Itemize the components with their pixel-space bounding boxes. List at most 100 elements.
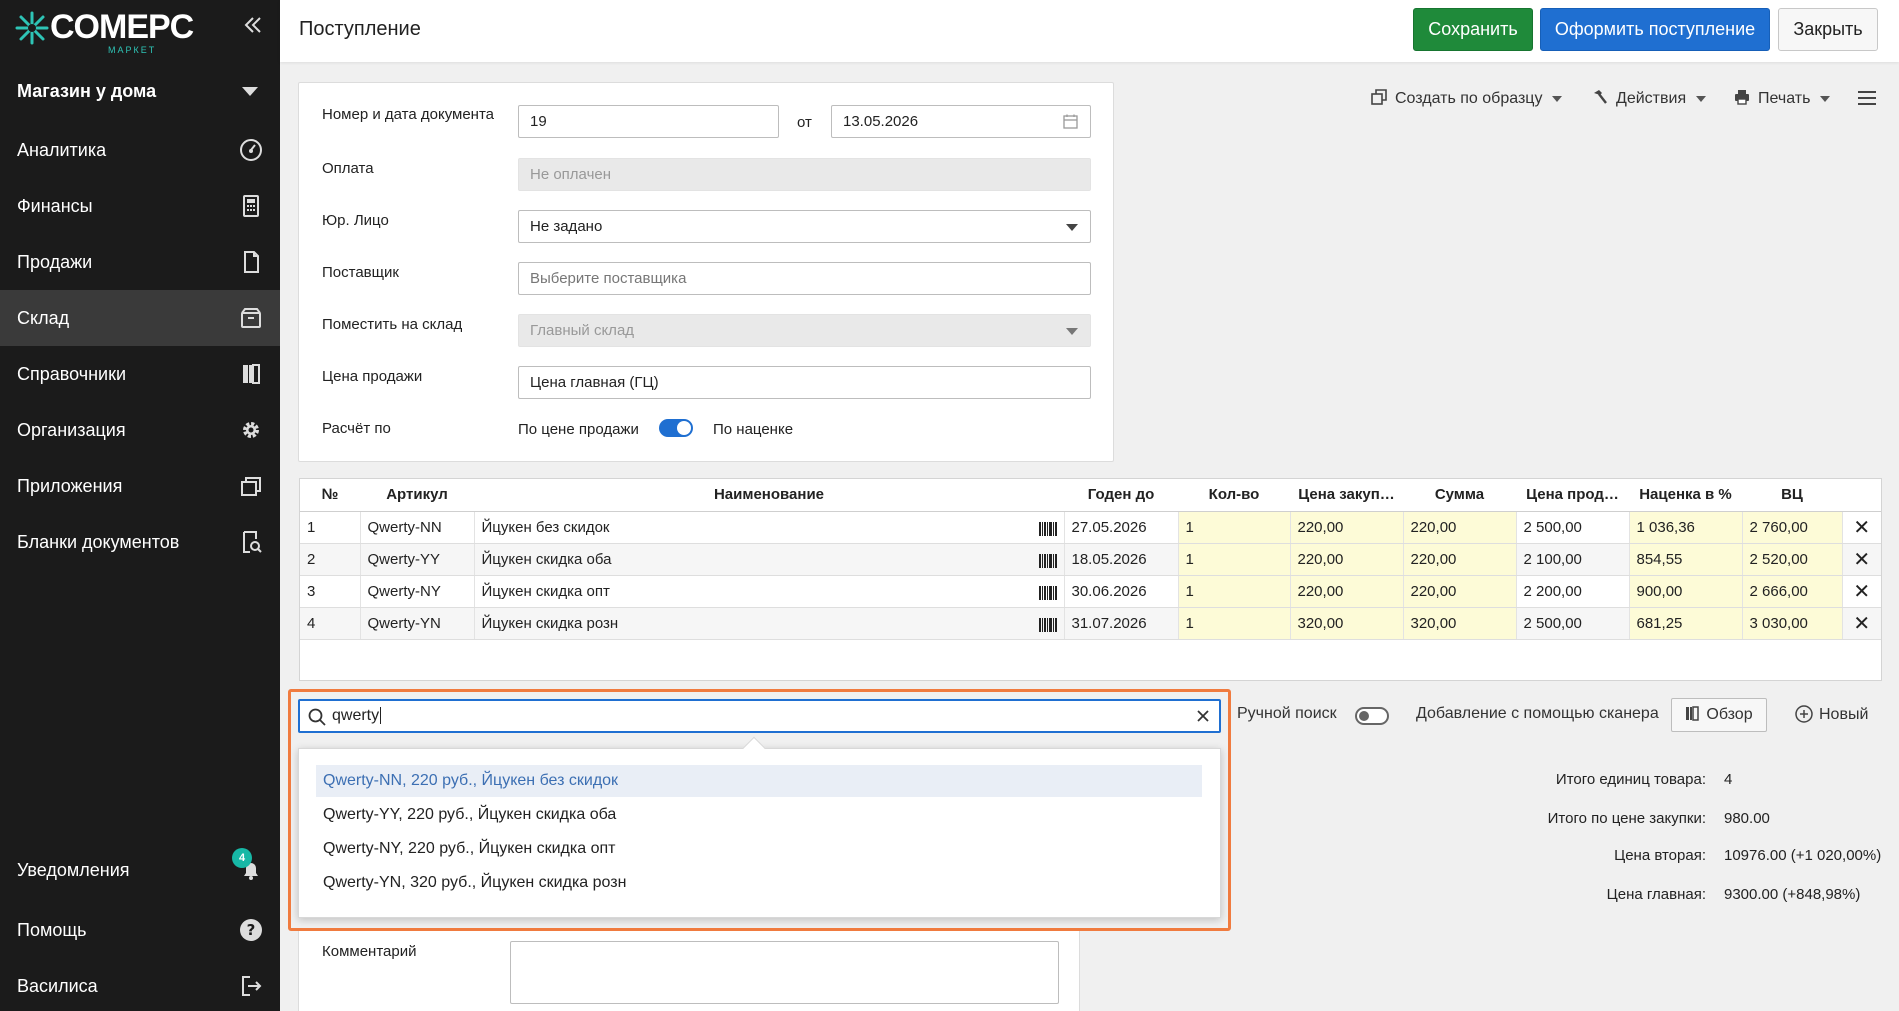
sidebar-item-analytics[interactable]: Аналитика — [0, 122, 280, 178]
save-button[interactable]: Сохранить — [1413, 8, 1533, 51]
doc-number-input[interactable]: 19 — [518, 105, 779, 138]
cell-markup[interactable]: 854,55 — [1629, 543, 1743, 576]
cell-vc[interactable]: 2 760,00 — [1742, 511, 1843, 544]
sidebar-item-warehouse[interactable]: Склад — [0, 290, 280, 346]
manual-search-toggle[interactable] — [1355, 707, 1389, 725]
cell-article: Qwerty-NY — [360, 575, 475, 608]
table-row[interactable]: 3 Qwerty-NY Йцукен скидка опт 30.06.2026… — [300, 575, 1881, 608]
barcode-icon[interactable] — [1038, 585, 1057, 600]
actions-menu[interactable]: Действия — [1592, 88, 1707, 110]
comment-textarea[interactable] — [510, 941, 1059, 1004]
cell-purchase-price[interactable]: 220,00 — [1290, 511, 1404, 544]
sidebar-item-notifications[interactable]: Уведомления 4 — [0, 842, 280, 898]
post-receipt-button[interactable]: Оформить поступление — [1540, 8, 1770, 51]
cell-name-text: Йцукен скидка опт — [481, 582, 610, 600]
cell-vc[interactable]: 2 520,00 — [1742, 543, 1843, 576]
barcode-icon[interactable] — [1038, 617, 1057, 632]
cell-markup[interactable]: 1 036,36 — [1629, 511, 1743, 544]
browse-button[interactable]: Обзор — [1671, 698, 1767, 732]
sidebar-item-sales[interactable]: Продажи — [0, 234, 280, 290]
column-header[interactable]: № — [300, 479, 360, 512]
column-header[interactable]: Наценка в % — [1629, 479, 1742, 512]
cell-expiry[interactable]: 30.06.2026 — [1064, 575, 1179, 608]
column-header[interactable]: Наименование — [474, 479, 1064, 512]
payment-field: Не оплачен — [518, 158, 1091, 191]
cell-name: Йцукен без скидок — [474, 511, 1065, 544]
column-header[interactable]: Сумма — [1403, 479, 1516, 512]
new-item-label: Новый — [1819, 706, 1869, 723]
cell-name-text: Йцукен скидка оба — [481, 550, 612, 568]
cell-article: Qwerty-YY — [360, 543, 475, 576]
legal-entity-select[interactable]: Не задано — [518, 210, 1091, 243]
delete-row-icon[interactable]: ✕ — [1842, 607, 1881, 640]
logo[interactable]: COMEPC МАРКЕТ — [14, 6, 194, 56]
books-icon — [1686, 706, 1700, 721]
cell-qty[interactable]: 1 — [1178, 607, 1291, 640]
manual-search-label: Ручной поиск — [1237, 705, 1337, 722]
cell-qty[interactable]: 1 — [1178, 543, 1291, 576]
cell-markup[interactable]: 900,00 — [1629, 575, 1743, 608]
cell-purchase-price[interactable]: 320,00 — [1290, 607, 1404, 640]
collapse-sidebar-icon[interactable] — [240, 12, 266, 38]
barcode-icon[interactable] — [1038, 553, 1057, 568]
print-menu[interactable]: Печать — [1734, 88, 1831, 110]
new-item-button[interactable]: Новый — [1795, 705, 1868, 724]
sidebar-item-apps[interactable]: Приложения — [0, 458, 280, 514]
column-header[interactable]: Цена закуп… — [1290, 479, 1403, 512]
delete-row-icon[interactable]: ✕ — [1842, 543, 1881, 576]
supplier-input[interactable]: Выберите поставщика — [518, 262, 1091, 295]
cell-sum[interactable]: 220,00 — [1403, 575, 1517, 608]
column-header[interactable]: Цена прод… — [1516, 479, 1629, 512]
cell-expiry[interactable]: 27.05.2026 — [1064, 511, 1179, 544]
delete-row-icon[interactable]: ✕ — [1842, 575, 1881, 608]
column-header[interactable]: Кол-во — [1178, 479, 1290, 512]
sale-price-select[interactable]: Цена главная (ГЦ) — [518, 366, 1091, 399]
calendar-icon[interactable] — [1063, 114, 1078, 129]
sidebar-item-doc-forms[interactable]: Бланки документов — [0, 514, 280, 570]
create-copy-menu[interactable]: Создать по образцу — [1371, 88, 1563, 110]
store-selector[interactable]: Магазин у дома — [0, 70, 280, 112]
delete-row-icon[interactable]: ✕ — [1842, 511, 1881, 544]
hammer-icon — [1594, 90, 1607, 104]
cell-sum[interactable]: 220,00 — [1403, 511, 1517, 544]
cell-expiry[interactable]: 18.05.2026 — [1064, 543, 1179, 576]
barcode-icon[interactable] — [1038, 521, 1057, 536]
cell-expiry[interactable]: 31.07.2026 — [1064, 607, 1179, 640]
column-header[interactable]: Артикул — [360, 479, 474, 512]
total-units-value: 4 — [1724, 771, 1733, 788]
doc-date-input[interactable]: 13.05.2026 — [831, 105, 1091, 138]
cell-vc[interactable]: 2 666,00 — [1742, 575, 1843, 608]
cell-purchase-price[interactable]: 220,00 — [1290, 575, 1404, 608]
legal-entity-label: Юр. Лицо — [322, 212, 389, 229]
sidebar-item-help[interactable]: Помощь ? — [0, 902, 280, 958]
sidebar-item-organization[interactable]: Организация — [0, 402, 280, 458]
cell-markup[interactable]: 681,25 — [1629, 607, 1743, 640]
cell-name: Йцукен скидка опт — [474, 575, 1065, 608]
create-copy-label: Создать по образцу — [1395, 90, 1543, 107]
cell-sum[interactable]: 220,00 — [1403, 543, 1517, 576]
sidebar-item-label: Продажи — [17, 252, 93, 272]
cell-index: 4 — [300, 607, 361, 640]
sidebar-item-finance[interactable]: Финансы — [0, 178, 280, 234]
column-header[interactable]: ВЦ — [1742, 479, 1842, 512]
sidebar-item-label: Аналитика — [17, 140, 107, 160]
sidebar-item-directories[interactable]: Справочники — [0, 346, 280, 402]
table-row[interactable]: 4 Qwerty-YN Йцукен скидка розн 31.07.202… — [300, 607, 1881, 640]
sidebar-item-user[interactable]: Василиса — [0, 958, 280, 1011]
cell-vc[interactable]: 3 030,00 — [1742, 607, 1843, 640]
sidebar-item-label: Склад — [17, 308, 70, 328]
sidebar-item-label: Василиса — [17, 976, 98, 996]
cell-qty[interactable]: 1 — [1178, 575, 1291, 608]
cell-name-text: Йцукен без скидок — [481, 518, 610, 536]
column-header[interactable]: Годен до — [1064, 479, 1178, 512]
cell-qty[interactable]: 1 — [1178, 511, 1291, 544]
table-row[interactable]: 2 Qwerty-YY Йцукен скидка оба 18.05.2026… — [300, 543, 1881, 576]
cell-sum[interactable]: 320,00 — [1403, 607, 1517, 640]
doc-date-value: 13.05.2026 — [843, 113, 919, 130]
menu-icon[interactable] — [1857, 89, 1877, 107]
svg-text:?: ? — [247, 921, 256, 939]
calc-mode-toggle[interactable] — [659, 419, 693, 437]
table-row[interactable]: 1 Qwerty-NN Йцукен без скидок 27.05.2026… — [300, 511, 1881, 544]
cell-purchase-price[interactable]: 220,00 — [1290, 543, 1404, 576]
close-button[interactable]: Закрыть — [1778, 8, 1878, 51]
